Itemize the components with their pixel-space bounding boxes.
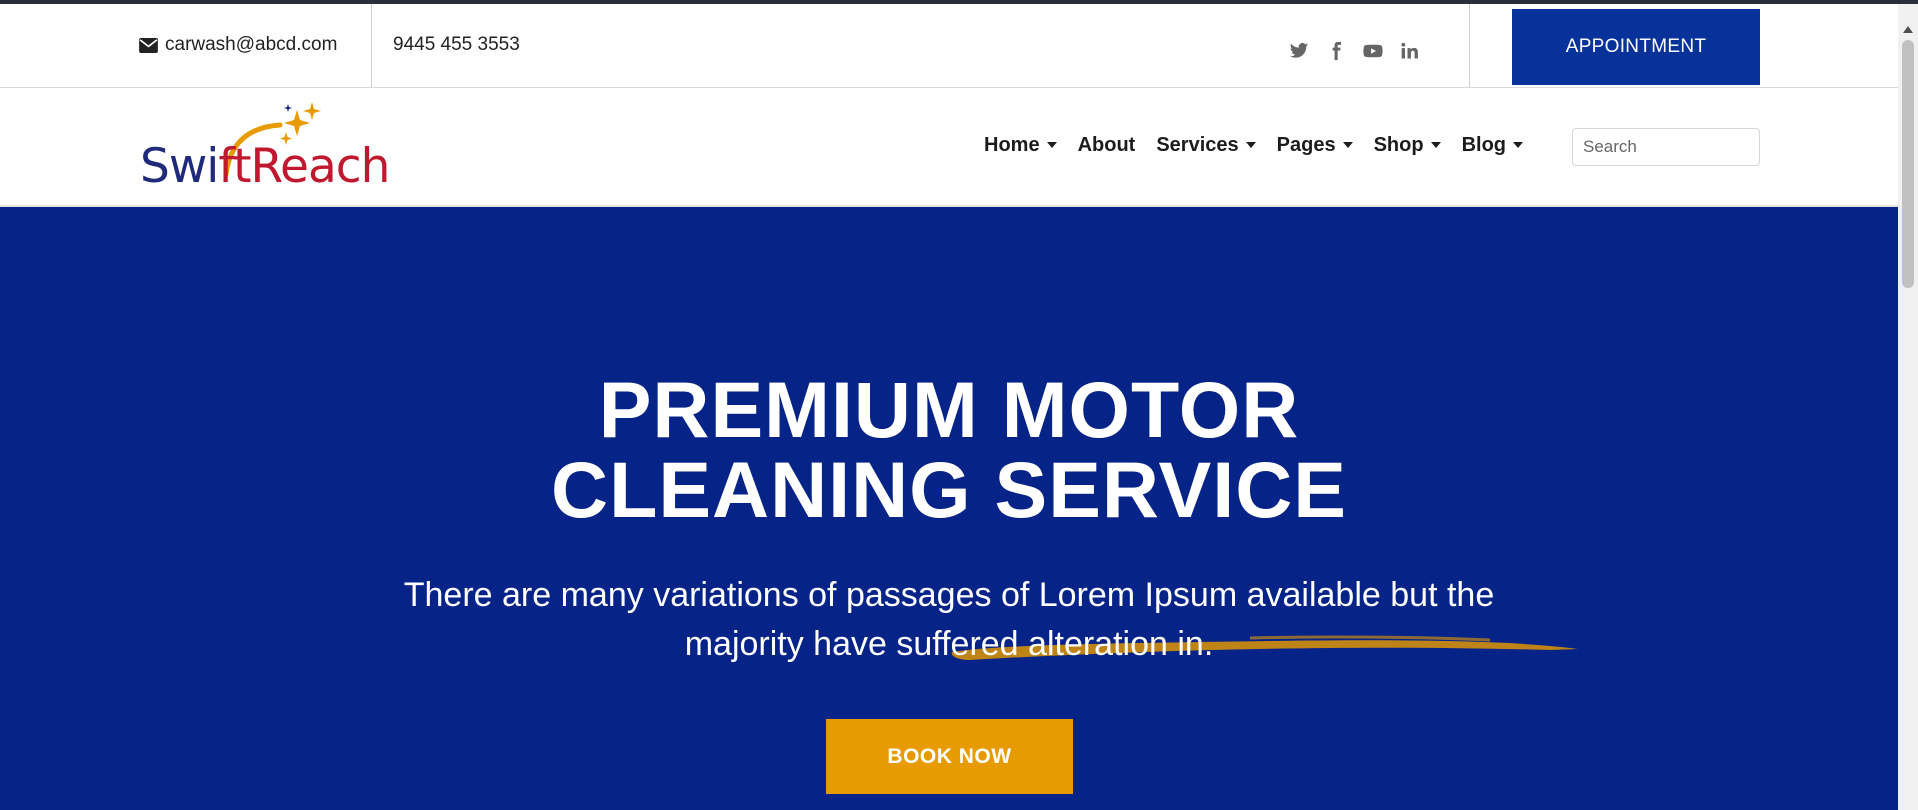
nav-item-blog[interactable]: Blog bbox=[1462, 134, 1524, 157]
primary-navigation: Home About Services Pages Shop Blog bbox=[984, 134, 1544, 157]
hero-title-line1: PREMIUM MOTOR bbox=[598, 365, 1300, 454]
caret-down-icon bbox=[1245, 141, 1256, 148]
contact-phone[interactable]: 9445 455 3553 bbox=[393, 34, 520, 56]
sparkle-large bbox=[284, 110, 310, 136]
youtube-icon[interactable] bbox=[1362, 40, 1384, 62]
nav-item-home[interactable]: Home bbox=[984, 134, 1057, 157]
nav-item-pages[interactable]: Pages bbox=[1277, 134, 1353, 157]
hero-title-line2: CLEANING SERVICE bbox=[551, 445, 1347, 534]
main-navbar: SwiftReach Home About Services Pages Sho… bbox=[0, 88, 1898, 207]
page-scrollbar[interactable] bbox=[1898, 4, 1918, 810]
svg-text:SwiftReach: SwiftReach bbox=[140, 139, 389, 188]
scroll-up-arrow-icon[interactable] bbox=[1903, 26, 1913, 33]
nav-item-about[interactable]: About bbox=[1078, 134, 1136, 157]
envelope-icon bbox=[139, 37, 158, 53]
swiftreach-logo: SwiftReach bbox=[140, 102, 390, 194]
hero-title: PREMIUM MOTOR CLEANING SERVICE bbox=[0, 370, 1898, 530]
caret-down-icon bbox=[1342, 141, 1353, 148]
twitter-icon[interactable] bbox=[1288, 40, 1310, 62]
nav-item-services[interactable]: Services bbox=[1156, 134, 1256, 157]
divider bbox=[371, 4, 372, 87]
hero-section: PREMIUM MOTOR CLEANING SERVICE There are… bbox=[0, 207, 1898, 810]
hero-subtitle-line1: There are many variations of passages of… bbox=[403, 576, 1495, 614]
sparkle-medium bbox=[303, 102, 321, 120]
facebook-icon[interactable] bbox=[1325, 40, 1347, 62]
appointment-button[interactable]: APPOINTMENT bbox=[1512, 9, 1760, 85]
contact-email[interactable]: carwash@abcd.com bbox=[139, 34, 337, 56]
brand-logo[interactable]: SwiftReach bbox=[140, 102, 400, 194]
social-links bbox=[1288, 40, 1421, 62]
book-now-button[interactable]: BOOK NOW bbox=[826, 719, 1073, 794]
hero-subtitle: There are many variations of passages of… bbox=[349, 571, 1549, 669]
email-text: carwash@abcd.com bbox=[165, 34, 338, 55]
search-input[interactable] bbox=[1572, 128, 1760, 166]
caret-down-icon bbox=[1513, 141, 1524, 148]
scrollbar-thumb[interactable] bbox=[1902, 40, 1914, 288]
divider bbox=[1469, 4, 1470, 87]
top-contact-bar: carwash@abcd.com 9445 455 3553 APPOINTME… bbox=[0, 4, 1898, 88]
hero-subtitle-line2: majority have suffered alteration in. bbox=[684, 625, 1214, 663]
linkedin-icon[interactable] bbox=[1399, 40, 1421, 62]
caret-down-icon bbox=[1430, 141, 1441, 148]
caret-down-icon bbox=[1046, 141, 1057, 148]
nav-item-shop[interactable]: Shop bbox=[1374, 134, 1441, 157]
